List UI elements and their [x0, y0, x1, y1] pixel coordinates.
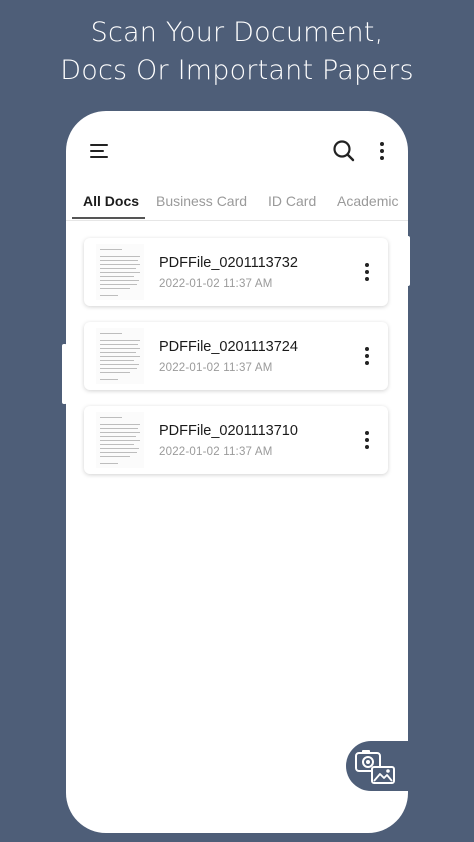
app-toolbar — [66, 111, 408, 191]
hamburger-menu-icon[interactable] — [88, 140, 112, 164]
document-thumbnail — [96, 244, 144, 300]
document-date: 2022-01-02 11:37 AM — [159, 362, 273, 374]
promo-line-1: Scan Your Document, — [90, 17, 384, 48]
document-card[interactable]: PDFFile_0201113710 2022-01-02 11:37 AM — [84, 406, 388, 474]
document-thumbnail — [96, 412, 144, 468]
document-more-icon[interactable] — [360, 344, 374, 368]
promo-headline: Scan Your Document, Docs Or Important Pa… — [0, 14, 474, 90]
document-thumbnail — [96, 328, 144, 384]
search-icon[interactable] — [332, 139, 356, 163]
scan-fab-button[interactable] — [346, 741, 408, 791]
document-name: PDFFile_0201113732 — [159, 255, 298, 271]
more-vert-icon[interactable] — [372, 139, 392, 163]
document-date: 2022-01-02 11:37 AM — [159, 278, 273, 290]
document-more-icon[interactable] — [360, 428, 374, 452]
document-name: PDFFile_0201113724 — [159, 339, 298, 355]
document-more-icon[interactable] — [360, 260, 374, 284]
phone-screen: All Docs Business Card ID Card Academic … — [66, 111, 408, 833]
tab-all-docs[interactable]: All Docs — [83, 193, 139, 219]
document-card[interactable]: PDFFile_0201113724 2022-01-02 11:37 AM — [84, 322, 388, 390]
camera-gallery-icon — [355, 750, 395, 784]
tab-id-card[interactable]: ID Card — [268, 193, 316, 219]
active-tab-indicator — [72, 217, 145, 219]
promo-line-2: Docs Or Important Papers — [60, 55, 414, 86]
document-name: PDFFile_0201113710 — [159, 423, 298, 439]
category-tabs: All Docs Business Card ID Card Academic — [66, 189, 408, 221]
tab-academic[interactable]: Academic — [337, 193, 398, 219]
document-date: 2022-01-02 11:37 AM — [159, 446, 273, 458]
tab-business-card[interactable]: Business Card — [156, 193, 247, 219]
document-card[interactable]: PDFFile_0201113732 2022-01-02 11:37 AM — [84, 238, 388, 306]
